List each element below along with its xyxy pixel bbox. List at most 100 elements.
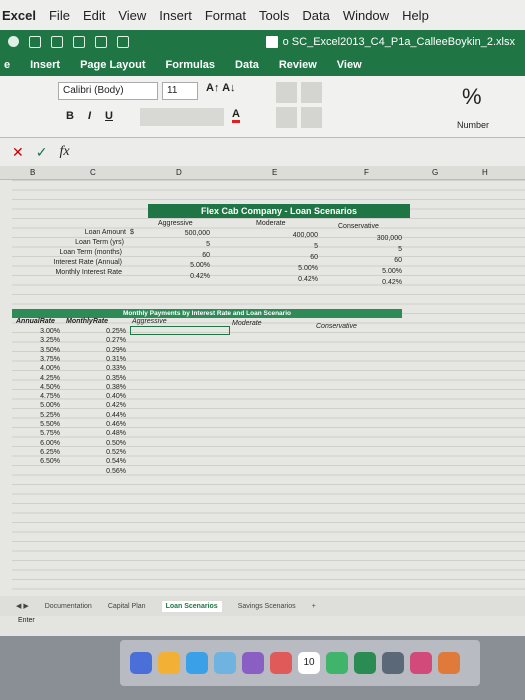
font-name-select[interactable]: Calibri (Body) (58, 82, 158, 100)
menu-view[interactable]: View (118, 8, 146, 23)
label-interest-rate[interactable]: Interest Rate (Annual) (24, 259, 122, 266)
monthly-rate-cell[interactable]: 0.50% (80, 440, 126, 447)
redo-icon[interactable] (95, 36, 107, 48)
align-left-icon[interactable] (276, 107, 297, 128)
sheet-tab-loan-scenarios[interactable]: Loan Scenarios (161, 600, 222, 612)
add-sheet-button[interactable]: + (312, 603, 316, 610)
loan-term-aggressive[interactable]: 5 (160, 241, 210, 248)
loan-amount-aggressive[interactable]: 500,000 (160, 230, 210, 237)
messages-icon[interactable] (326, 652, 348, 674)
confirm-entry-icon[interactable]: ✓ (36, 144, 48, 161)
monthly-rate-cell[interactable]: 0.38% (80, 384, 126, 391)
photos-icon[interactable] (242, 652, 264, 674)
rate-conservative[interactable]: 5.00% (352, 268, 402, 275)
app-icon[interactable] (410, 652, 432, 674)
column-header-f[interactable]: F (364, 168, 369, 177)
excel-icon[interactable] (354, 652, 376, 674)
monthly-rate-cell[interactable]: 0.54% (80, 458, 126, 465)
sheet-tab-documentation[interactable]: Documentation (45, 603, 92, 610)
underline-button[interactable]: U (105, 110, 113, 122)
monthly-rate-cell[interactable]: 0.25% (80, 328, 126, 335)
sheet-tab-capital-plan[interactable]: Capital Plan (108, 603, 146, 610)
close-window-icon[interactable] (8, 36, 19, 47)
menu-edit[interactable]: Edit (83, 8, 105, 23)
header-pay-conservative[interactable]: Conservative (316, 323, 357, 330)
monthly-rate-cell[interactable]: 0.48% (80, 430, 126, 437)
label-monthly-rate[interactable]: Monthly Interest Rate (22, 269, 122, 276)
align-top-icon[interactable] (276, 82, 297, 103)
monthly-rate-cell[interactable]: 0.46% (80, 421, 126, 428)
monthly-rate-cell[interactable]: 0.27% (80, 337, 126, 344)
header-monthly-rate[interactable]: MonthlyRate (66, 318, 108, 325)
rate-moderate[interactable]: 5.00% (268, 265, 318, 272)
loan-months-aggressive[interactable]: 60 (160, 252, 210, 259)
menu-tools[interactable]: Tools (259, 8, 289, 23)
monthly-rate-cell[interactable]: 0.44% (80, 412, 126, 419)
annual-rate-cell[interactable]: 3.25% (20, 337, 60, 344)
music-icon[interactable] (270, 652, 292, 674)
menu-help[interactable]: Help (402, 8, 429, 23)
sheet-tab-savings-scenarios[interactable]: Savings Scenarios (238, 603, 296, 610)
grow-shrink-font-button[interactable]: A↑ A↓ (206, 82, 236, 94)
annual-rate-cell[interactable]: 6.25% (20, 449, 60, 456)
column-header-d[interactable]: D (176, 168, 182, 177)
calendar-icon[interactable]: 10 (298, 652, 320, 674)
finder-icon[interactable] (130, 652, 152, 674)
tab-data[interactable]: Data (235, 59, 259, 71)
annual-rate-cell[interactable]: 5.75% (20, 430, 60, 437)
chrome-icon[interactable] (158, 652, 180, 674)
column-header-e[interactable]: E (272, 168, 277, 177)
bold-button[interactable]: B (66, 110, 74, 122)
font-size-select[interactable]: 11 (162, 82, 198, 100)
grid-icon[interactable] (29, 36, 41, 48)
loan-term-conservative[interactable]: 5 (352, 246, 402, 253)
monthly-rate-conservative[interactable]: 0.42% (352, 279, 402, 286)
header-pay-moderate[interactable]: Moderate (232, 320, 262, 327)
loan-amount-conservative[interactable]: 300,000 (352, 235, 402, 242)
column-header-g[interactable]: G (432, 168, 438, 177)
annual-rate-cell[interactable]: 5.50% (20, 421, 60, 428)
scenario-header-conservative[interactable]: Conservative (338, 223, 379, 230)
tab-home[interactable]: e (4, 59, 10, 71)
italic-button[interactable]: I (88, 110, 91, 122)
monthly-rate-aggressive[interactable]: 0.42% (160, 273, 210, 280)
monthly-rate-cell[interactable]: 0.56% (80, 468, 126, 475)
save-icon[interactable] (51, 36, 63, 48)
menu-format[interactable]: Format (205, 8, 246, 23)
header-annual-rate[interactable]: AnnualRate (16, 318, 55, 325)
tab-view[interactable]: View (337, 59, 362, 71)
cancel-entry-icon[interactable]: ✕ (12, 144, 24, 161)
column-header-b[interactable]: B (30, 168, 35, 177)
annual-rate-cell[interactable]: 4.00% (20, 365, 60, 372)
percent-style-button[interactable]: % (462, 84, 482, 110)
loan-months-moderate[interactable]: 60 (268, 254, 318, 261)
annual-rate-cell[interactable]: 6.00% (20, 440, 60, 447)
annual-rate-cell[interactable]: 4.50% (20, 384, 60, 391)
loan-term-moderate[interactable]: 5 (268, 243, 318, 250)
rate-aggressive[interactable]: 5.00% (160, 262, 210, 269)
insert-function-button[interactable]: fx (59, 144, 69, 160)
menu-app-name[interactable]: Excel (2, 8, 36, 23)
wrap-text-icon[interactable] (301, 82, 322, 103)
font-color-button[interactable]: A (232, 108, 240, 123)
monthly-rate-moderate[interactable]: 0.42% (268, 276, 318, 283)
worksheet[interactable]: B C D E F G H Flex Cab Company - Loan Sc… (0, 166, 525, 596)
label-loan-amount[interactable]: Loan Amount (30, 229, 126, 236)
monthly-rate-cell[interactable]: 0.33% (80, 365, 126, 372)
menu-data[interactable]: Data (302, 8, 329, 23)
tab-nav-arrows[interactable]: ◀ ▶ (16, 602, 29, 610)
label-loan-term-yrs[interactable]: Loan Term (yrs) (30, 239, 124, 246)
print-icon[interactable] (117, 36, 129, 48)
annual-rate-cell[interactable]: 6.50% (20, 458, 60, 465)
indent-icon[interactable] (301, 107, 322, 128)
annual-rate-cell[interactable]: 3.00% (20, 328, 60, 335)
monthly-rate-cell[interactable]: 0.35% (80, 375, 126, 382)
loan-amount-moderate[interactable]: 400,000 (268, 232, 318, 239)
menu-file[interactable]: File (49, 8, 70, 23)
mail-icon[interactable] (214, 652, 236, 674)
monthly-rate-cell[interactable]: 0.52% (80, 449, 126, 456)
loan-months-conservative[interactable]: 60 (352, 257, 402, 264)
monthly-rate-cell[interactable]: 0.40% (80, 393, 126, 400)
annual-rate-cell[interactable]: 3.75% (20, 356, 60, 363)
border-fill-buttons[interactable] (140, 108, 224, 126)
